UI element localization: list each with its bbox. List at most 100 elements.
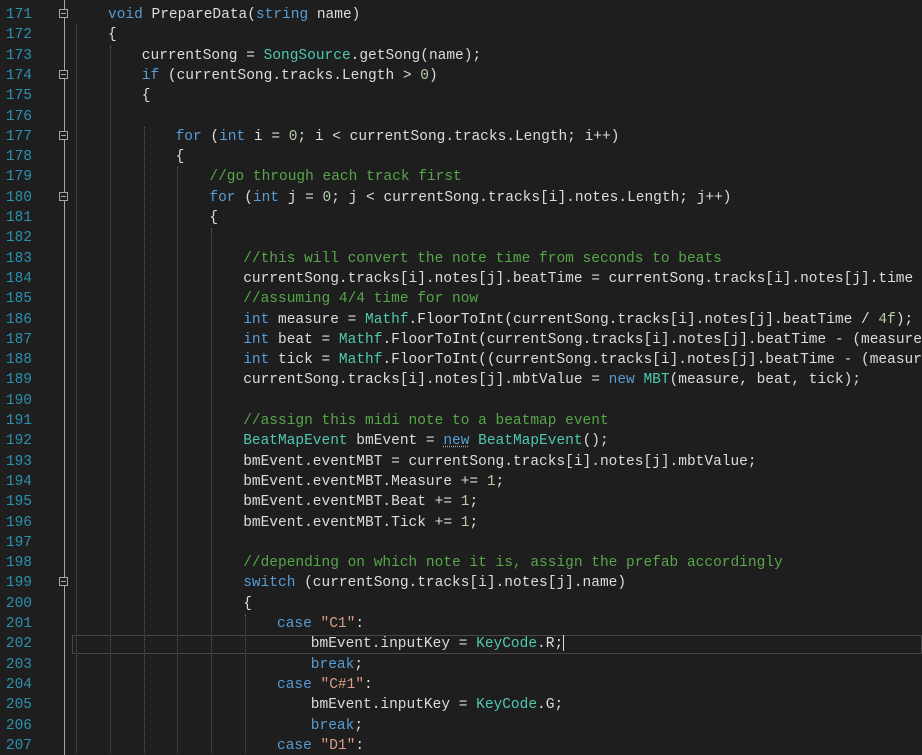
code-line[interactable]: 175 { bbox=[0, 86, 922, 106]
line-number: 179 bbox=[5, 169, 32, 186]
code-line[interactable]: 193 bmEvent.eventMBT = currentSong.tracks… bbox=[0, 452, 922, 472]
code-line[interactable]: 192 BeatMapEvent bmEvent = new BeatMapEve… bbox=[0, 431, 922, 451]
code-token: ; bbox=[469, 514, 479, 531]
code-text: //this will convert the note time from s… bbox=[243, 249, 722, 269]
code-token: int bbox=[219, 128, 246, 145]
code-line[interactable]: 182 bbox=[0, 228, 922, 248]
code-line[interactable]: 200 { bbox=[0, 594, 922, 614]
code-line[interactable]: 186 int measure = Mathf.FloorToInt(curren… bbox=[0, 310, 922, 330]
code-line[interactable]: 205 bmEvent.inputKey = KeyCode.G; bbox=[0, 695, 922, 715]
code-token: .G; bbox=[537, 697, 564, 714]
code-line[interactable]: 174 if (currentSong.tracks.Length > 0) bbox=[0, 66, 922, 86]
code-text: break; bbox=[311, 655, 363, 675]
code-token: .FloorToInt(currentSong.tracks[i].notes[… bbox=[382, 331, 922, 348]
code-token: currentSong.tracks[i].notes[j].mbtValue … bbox=[243, 372, 609, 389]
line-number: 178 bbox=[5, 149, 32, 166]
code-token: int bbox=[252, 189, 280, 206]
code-line[interactable]: 177 for (int i = 0; i < currentSong.track… bbox=[0, 127, 922, 147]
line-number: 205 bbox=[5, 697, 32, 714]
code-token: KeyCode bbox=[476, 636, 538, 653]
code-text: currentSong = SongSource.getSong(name); bbox=[142, 46, 481, 66]
line-number: 198 bbox=[5, 555, 32, 572]
code-token: "C1" bbox=[320, 616, 356, 632]
code-line[interactable]: 172 { bbox=[0, 25, 922, 45]
code-token: KeyCode bbox=[476, 697, 538, 714]
code-token: Mathf bbox=[338, 331, 383, 348]
code-line[interactable]: 178 { bbox=[0, 147, 922, 167]
code-text: int beat = Mathf.FloorToInt(currentSong.… bbox=[243, 330, 922, 350]
line-number: 204 bbox=[5, 676, 32, 693]
code-text: { bbox=[108, 25, 117, 45]
line-number: 202 bbox=[5, 636, 32, 653]
code-token: .getSong(name); bbox=[350, 47, 482, 64]
code-line[interactable]: 185 //assuming 4/4 time for now bbox=[0, 289, 922, 309]
code-token: : bbox=[355, 616, 365, 632]
code-line[interactable]: 197 bbox=[0, 533, 922, 553]
line-number: 180 bbox=[5, 189, 32, 206]
code-line[interactable]: 180 for (int j = 0; j < currentSong.track… bbox=[0, 188, 922, 208]
line-number: 189 bbox=[5, 372, 32, 389]
code-token: { bbox=[243, 595, 252, 612]
code-text: bmEvent.inputKey = KeyCode.R; bbox=[310, 634, 565, 654]
code-line[interactable]: 188 int tick = Mathf.FloorToInt((currentS… bbox=[0, 350, 922, 370]
code-token: .FloorToInt(currentSong.tracks[i].notes[… bbox=[408, 311, 879, 328]
code-token: bmEvent.inputKey = bbox=[310, 636, 477, 653]
collapse-icon[interactable] bbox=[59, 130, 68, 140]
code-token: i = bbox=[245, 128, 289, 145]
code-text: switch (currentSong.tracks[i].notes[j].n… bbox=[243, 573, 626, 593]
code-token: beat = bbox=[269, 331, 339, 348]
code-token: bmEvent = bbox=[347, 433, 444, 450]
code-line[interactable]: 195 bmEvent.eventMBT.Beat += 1; bbox=[0, 492, 922, 512]
code-editor[interactable]: 171 void PrepareData(string name) 172 {173 c… bbox=[0, 0, 922, 755]
code-text: bmEvent.eventMBT.Tick += 1; bbox=[243, 513, 478, 533]
code-token: //go through each track first bbox=[209, 169, 462, 186]
code-line[interactable]: 171 void PrepareData(string name) bbox=[0, 5, 922, 25]
code-line[interactable]: 204 case "C#1": bbox=[0, 675, 922, 695]
code-text: for (int i = 0; i < currentSong.tracks.L… bbox=[176, 127, 620, 147]
line-number: 196 bbox=[5, 514, 32, 531]
code-line[interactable]: 190 bbox=[0, 391, 922, 411]
code-token: int bbox=[243, 311, 270, 328]
code-line[interactable]: 183 //this will convert the note time fro… bbox=[0, 249, 922, 269]
code-line[interactable]: 199 switch (currentSong.tracks[i].notes[j… bbox=[0, 573, 922, 593]
code-line[interactable]: 198 //depending on which note it is, assi… bbox=[0, 553, 922, 573]
code-line[interactable]: 189 currentSong.tracks[i].notes[j].mbtVal… bbox=[0, 370, 922, 390]
collapse-icon[interactable] bbox=[59, 577, 68, 587]
code-line[interactable]: 194 bmEvent.eventMBT.Measure += 1; bbox=[0, 472, 922, 492]
code-line[interactable]: 187 int beat = Mathf.FloorToInt(currentSo… bbox=[0, 330, 922, 350]
code-line[interactable]: 176 bbox=[0, 107, 922, 127]
code-token: Mathf bbox=[365, 311, 409, 328]
code-line[interactable]: 184 currentSong.tracks[i].notes[j].beatTi… bbox=[0, 269, 922, 289]
code-line[interactable]: 181 { bbox=[0, 208, 922, 228]
line-number: 206 bbox=[5, 717, 32, 734]
code-text: { bbox=[142, 86, 151, 106]
code-line[interactable]: 196 bmEvent.eventMBT.Tick += 1; bbox=[0, 513, 922, 533]
line-number: 176 bbox=[5, 108, 32, 125]
collapse-icon[interactable] bbox=[59, 191, 68, 201]
code-line[interactable]: 203 break; bbox=[0, 655, 922, 675]
code-line[interactable]: 207 case "D1": bbox=[0, 736, 922, 755]
code-line[interactable]: 173 currentSong = SongSource.getSong(name… bbox=[0, 46, 922, 66]
code-token: "D1" bbox=[320, 737, 356, 754]
text-caret bbox=[563, 635, 565, 652]
code-line[interactable]: 206 break; bbox=[0, 716, 922, 736]
line-number: 194 bbox=[5, 473, 32, 490]
code-text: //go through each track first bbox=[209, 167, 461, 187]
line-number: 188 bbox=[5, 352, 32, 369]
line-number: 175 bbox=[5, 88, 32, 105]
code-token: BeatMapEvent bbox=[243, 433, 348, 450]
collapse-icon[interactable] bbox=[59, 69, 68, 79]
line-number: 177 bbox=[5, 128, 32, 145]
code-text: case "C1": bbox=[277, 614, 364, 634]
line-number: 199 bbox=[5, 575, 32, 592]
code-line[interactable]: 202 bmEvent.inputKey = KeyCode.R; bbox=[0, 634, 922, 655]
code-token: name) bbox=[308, 7, 361, 23]
code-line[interactable]: 201 case "C1": bbox=[0, 614, 922, 634]
code-token: tick = bbox=[269, 352, 339, 369]
code-line[interactable]: 191 //assign this midi note to a beatmap … bbox=[0, 411, 922, 431]
code-token: : bbox=[364, 676, 373, 693]
code-line[interactable]: 179 //go through each track first bbox=[0, 167, 922, 187]
line-number: 182 bbox=[5, 230, 32, 247]
collapse-icon[interactable] bbox=[59, 9, 68, 18]
